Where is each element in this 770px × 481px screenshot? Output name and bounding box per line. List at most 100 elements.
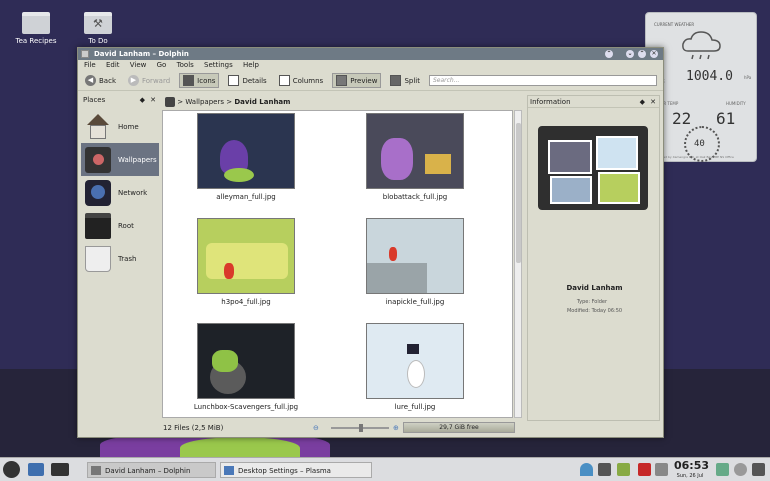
split-button[interactable]: Split	[387, 73, 423, 88]
task-dolphin[interactable]: David Lanham – Dolphin	[87, 462, 216, 478]
zoom-out-icon[interactable]: ⊖	[313, 422, 319, 434]
information-header: Information ◆ ✕	[528, 96, 659, 108]
file-item[interactable]: alleyman_full.jpg	[186, 113, 306, 201]
thumbnail	[366, 218, 464, 294]
file-name: lure_full.jpg	[394, 403, 436, 411]
wallpapers-icon	[85, 146, 111, 173]
close-icon[interactable]: ✕	[650, 96, 656, 108]
zoom-slider-handle[interactable]	[359, 424, 363, 432]
thumbnail	[366, 113, 464, 189]
file-item[interactable]: lure_full.jpg	[355, 323, 475, 411]
details-view-button[interactable]: Details	[225, 73, 269, 88]
icons-label: Icons	[197, 76, 216, 85]
file-name: inapickle_full.jpg	[385, 298, 445, 306]
pressure-value: 1004.0	[686, 69, 733, 84]
menu-edit[interactable]: Edit	[106, 61, 120, 69]
battery-icon[interactable]	[617, 463, 630, 476]
forward-button[interactable]: ▶ Forward	[125, 73, 173, 88]
menu-help[interactable]: Help	[243, 61, 259, 69]
breadcrumb-current[interactable]: David Lanham	[234, 98, 290, 106]
menu-tools[interactable]: Tools	[177, 61, 194, 69]
split-icon	[390, 75, 402, 86]
menu-go[interactable]: Go	[157, 61, 167, 69]
close-icon[interactable]: ✕	[150, 95, 156, 105]
window-titlebar[interactable]: David Lanham – Dolphin ⌃ ⌄ ⌃ ✕	[78, 48, 663, 60]
file-view: > Wallpapers > David Lanham alleyman_ful…	[161, 95, 523, 421]
zoom-in-icon[interactable]: ⊕	[393, 422, 399, 434]
kickoff-menu-icon[interactable]	[3, 461, 20, 478]
places-item-label: Root	[118, 221, 134, 230]
pin-icon[interactable]: ◆	[640, 96, 645, 108]
trash-icon	[85, 245, 111, 272]
pen-icon[interactable]	[716, 463, 729, 476]
file-name: blobattack_full.jpg	[382, 193, 448, 201]
back-button[interactable]: ◀ Back	[82, 73, 119, 88]
places-item-trash[interactable]: Trash	[81, 242, 159, 275]
menu-view[interactable]: View	[130, 61, 147, 69]
dolphin-window: David Lanham – Dolphin ⌃ ⌄ ⌃ ✕ File Edit…	[77, 47, 664, 438]
minimize-icon[interactable]: ⌄	[626, 50, 634, 58]
taskbar: David Lanham – Dolphin Desktop Settings …	[0, 457, 770, 481]
file-grid: alleyman_full.jpg blobattack_full.jpg h3…	[162, 110, 513, 418]
places-item-wallpapers[interactable]: Wallpapers	[81, 143, 159, 176]
app-menu-icon[interactable]	[81, 50, 89, 58]
preview-button[interactable]: Preview	[332, 73, 382, 88]
window-icon	[91, 466, 101, 475]
wallpaper-blob-green	[180, 437, 300, 459]
cloud-rain-icon	[682, 31, 721, 60]
desktop-icon-to-do[interactable]: ⚒ To Do	[68, 12, 128, 45]
breadcrumb-parent[interactable]: Wallpapers	[185, 98, 224, 106]
panel-toolbox-icon[interactable]	[752, 463, 765, 476]
clock-time[interactable]: 06:53	[674, 459, 709, 472]
humidity-label: HUMIDITY	[726, 101, 746, 106]
places-item-network[interactable]: Network	[81, 176, 159, 209]
network-icon	[85, 179, 111, 206]
vertical-scrollbar[interactable]	[514, 110, 522, 418]
icons-view-button[interactable]: Icons	[179, 73, 220, 88]
clock-date: Sun, 26 Jul	[676, 473, 704, 479]
scrollbar-thumb[interactable]	[516, 123, 521, 263]
file-item[interactable]: inapickle_full.jpg	[355, 218, 475, 306]
file-item[interactable]: blobattack_full.jpg	[355, 113, 475, 201]
preview-label: Preview	[350, 76, 378, 85]
root-icon[interactable]	[165, 97, 175, 107]
columns-label: Columns	[292, 76, 324, 85]
places-header: Places ◆ ✕	[81, 95, 159, 105]
places-item-root[interactable]: Root	[81, 209, 159, 242]
file-name: Lunchbox-Scavengers_full.jpg	[193, 403, 299, 411]
details-view-icon	[228, 75, 240, 86]
task-desktop-settings[interactable]: Desktop Settings – Plasma Workspace	[220, 462, 372, 478]
pin-icon[interactable]: ◆	[140, 95, 145, 105]
arrow-left-icon: ◀	[85, 75, 96, 86]
desktop-icon-tea-recipes[interactable]: Tea Recipes	[6, 12, 66, 45]
keep-above-icon[interactable]: ⌃	[605, 50, 613, 58]
menu-settings[interactable]: Settings	[204, 61, 233, 69]
weather-credit: Provided by Xamengre B.V. at Oak Bay KBE…	[654, 155, 734, 159]
information-title: Information	[530, 98, 571, 106]
close-icon[interactable]: ✕	[650, 50, 658, 58]
places-panel: Places ◆ ✕ Home Wallpapers Network Root	[81, 95, 159, 435]
maximize-icon[interactable]: ⌃	[638, 50, 646, 58]
volume-icon[interactable]	[598, 463, 611, 476]
file-item[interactable]: h3po4_full.jpg	[186, 218, 306, 306]
file-count: 12 Files (2,5 MiB)	[163, 424, 224, 432]
filezilla-icon[interactable]	[638, 463, 651, 476]
search-input[interactable]: Search...	[428, 75, 657, 86]
file-item[interactable]: Lunchbox-Scavengers_full.jpg	[186, 323, 306, 411]
zoom-slider[interactable]	[331, 424, 389, 432]
menu-file[interactable]: File	[84, 61, 96, 69]
columns-view-button[interactable]: Columns	[276, 73, 326, 88]
places-item-home[interactable]: Home	[81, 110, 159, 143]
settings-icon	[224, 466, 234, 475]
show-desktop-icon[interactable]	[28, 463, 44, 476]
status-icon[interactable]	[734, 463, 747, 476]
information-panel: Information ◆ ✕ David Lanham Type: Folde…	[527, 95, 660, 421]
folder-tools-icon: ⚒	[84, 12, 112, 34]
task-label: Desktop Settings – Plasma Workspace	[238, 467, 331, 475]
places-item-label: Trash	[118, 254, 137, 263]
notifications-icon[interactable]	[655, 463, 668, 476]
wifi-icon[interactable]	[580, 463, 593, 476]
preview-icon	[336, 75, 348, 86]
file-name: h3po4_full.jpg	[221, 298, 271, 306]
folder-view-icon[interactable]	[51, 463, 69, 476]
